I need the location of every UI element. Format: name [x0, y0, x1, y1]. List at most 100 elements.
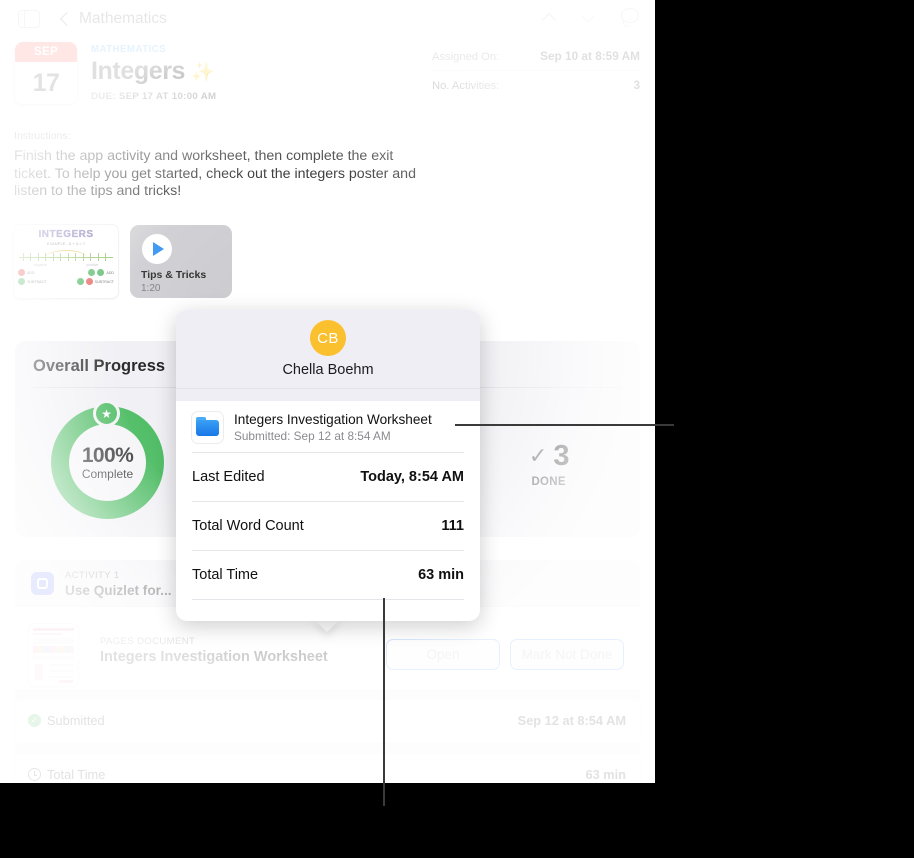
- poster-rule-right: ADD: [106, 270, 114, 275]
- progress-ring: 100% Complete ★: [48, 400, 168, 523]
- divider: [192, 599, 464, 600]
- stat-done: ✓ 3 DONE: [474, 411, 622, 516]
- poster-rule-left: SUBTRACT: [27, 279, 47, 284]
- mark-not-done-button[interactable]: Mark Not Done: [510, 639, 624, 670]
- status-label: Total Time: [47, 767, 106, 782]
- navbar-actions: [543, 8, 641, 28]
- status-label: Submitted: [47, 713, 105, 728]
- meta-row: No. Activities: 3: [432, 70, 640, 99]
- status-row-submitted: ✓ Submitted Sep 12 at 8:54 AM: [15, 700, 640, 743]
- document-title: Integers Investigation Worksheet: [100, 649, 328, 665]
- poster-axis-labels: negative positive: [14, 263, 118, 267]
- document-actions: Open Mark Not Done: [386, 639, 624, 670]
- star-badge-icon: ★: [93, 400, 120, 427]
- student-detail-popover: CB Chella Boehm Integers Investigation W…: [176, 310, 480, 621]
- stat-number: 3: [553, 439, 569, 472]
- back-button[interactable]: Mathematics: [59, 7, 167, 31]
- poster-rule-right: SUBTRACT: [94, 279, 114, 284]
- progress-percent: 100%: [81, 444, 134, 467]
- status-value: Sep 12 at 8:54 AM: [517, 713, 626, 728]
- popover-row-value: 111: [441, 518, 464, 534]
- chevron-down-icon[interactable]: [582, 11, 595, 24]
- callout-line-vertical: [383, 598, 386, 806]
- spacer: [15, 689, 640, 700]
- due-date-label: DUE: SEP 17 AT 10:00 AM: [91, 91, 217, 102]
- poster-rule-row: SUBTRACT SUBTRACT: [18, 278, 114, 285]
- meta-row: Assigned On: Sep 10 at 8:59 AM: [432, 45, 640, 70]
- check-circle-icon: ✓: [28, 714, 41, 727]
- activity-title: Use Quizlet for...: [65, 583, 172, 598]
- pages-document-thumbnail[interactable]: [29, 624, 78, 686]
- popover-file-row[interactable]: Integers Investigation Worksheet Submitt…: [176, 401, 480, 452]
- popover-row-total-time: Total Time 63 min: [176, 551, 480, 599]
- page-title-text: Integers: [91, 57, 186, 85]
- popover-header: CB Chella Boehm: [176, 310, 480, 389]
- open-button[interactable]: Open: [386, 639, 500, 670]
- attachment-list: INTEGERS EXAMPLE: -5 + 4 = ? negative po…: [14, 225, 232, 298]
- stat-label: DONE: [531, 475, 566, 488]
- popover-row-word-count: Total Word Count 111: [176, 502, 480, 550]
- screenshot-stage: Mathematics SEP 17 MATHEMATICS Integers …: [0, 0, 914, 858]
- popover-row-key: Total Time: [192, 567, 259, 583]
- popover-row-last-edited: Last Edited Today, 8:54 AM: [176, 453, 480, 501]
- document-kicker: PAGES DOCUMENT: [100, 636, 196, 647]
- chevron-up-icon[interactable]: [543, 11, 556, 24]
- calendar-month: SEP: [15, 42, 77, 62]
- app-window: Mathematics SEP 17 MATHEMATICS Integers …: [0, 0, 655, 783]
- plus-dot-icon: [76, 278, 84, 285]
- progress-label: Complete: [81, 467, 134, 481]
- meta-value: Sep 10 at 8:59 AM: [540, 49, 640, 63]
- calendar-day: 17: [32, 68, 60, 97]
- spacer: [15, 743, 640, 754]
- poster-title: INTEGERS: [38, 229, 94, 240]
- minus-dot-icon: [18, 269, 25, 276]
- status-row-total-time: Total Time 63 min: [15, 754, 640, 783]
- poster-label-negative: negative: [33, 263, 48, 267]
- poster-rules: ADD ADD SUBTRACT SUBTRACT: [18, 269, 114, 285]
- poster-attachment[interactable]: INTEGERS EXAMPLE: -5 + 4 = ? negative po…: [14, 225, 118, 298]
- student-name: Chella Boehm: [282, 362, 374, 378]
- sidebar-toggle-icon[interactable]: [18, 10, 40, 28]
- poster-rule-row: ADD ADD: [18, 269, 114, 276]
- video-title: Tips & Tricks: [141, 269, 207, 281]
- video-attachment[interactable]: Tips & Tricks 1:20: [130, 225, 232, 298]
- minus-dot-icon: [85, 278, 93, 285]
- plus-dot-icon: [18, 278, 25, 285]
- calendar-badge: SEP 17: [15, 42, 77, 104]
- meta-value: 3: [633, 78, 640, 92]
- page-title: Integers ✨: [91, 57, 216, 86]
- plus-dot-icon: [97, 269, 105, 276]
- avatar: CB: [310, 320, 346, 356]
- play-icon[interactable]: [142, 234, 172, 264]
- popover-row-value: 63 min: [418, 567, 464, 583]
- assignment-header: MATHEMATICS Integers ✨ DUE: SEP 17 AT 10…: [91, 44, 216, 102]
- assignment-meta: Assigned On: Sep 10 at 8:59 AM No. Activ…: [432, 45, 640, 99]
- popover-file-title: Integers Investigation Worksheet: [234, 412, 432, 427]
- comment-bubble-icon[interactable]: [621, 8, 641, 28]
- quizlet-app-icon: [31, 572, 54, 595]
- number-line-graphic: [19, 250, 113, 262]
- callout-line-horizontal: [455, 424, 674, 427]
- sparkles-icon: ✨: [191, 61, 215, 83]
- poster-rule-left: ADD: [27, 270, 35, 275]
- popover-row-key: Total Word Count: [192, 518, 304, 534]
- course-label: MATHEMATICS: [91, 44, 167, 55]
- plus-dot-icon: [88, 269, 96, 276]
- check-icon: ✓: [528, 443, 548, 468]
- poster-label-positive: positive: [86, 263, 99, 267]
- chevron-left-icon: [59, 11, 75, 27]
- video-duration: 1:20: [141, 283, 161, 294]
- popover-row-value: Today, 8:54 AM: [360, 469, 464, 485]
- poster-example: EXAMPLE: -5 + 4 = ?: [46, 242, 86, 246]
- status-value: 63 min: [585, 767, 626, 782]
- overall-progress-title: Overall Progress: [33, 357, 166, 375]
- clock-icon: [28, 768, 41, 781]
- activity-kicker: ACTIVITY 1: [65, 570, 120, 581]
- folder-icon: [192, 412, 223, 443]
- back-button-label: Mathematics: [79, 10, 167, 27]
- instructions-label: Instructions:: [14, 130, 71, 142]
- meta-key: Assigned On:: [432, 51, 500, 63]
- popover-row-key: Last Edited: [192, 469, 265, 485]
- meta-key: No. Activities:: [432, 80, 500, 92]
- popover-file-subtitle: Submitted: Sep 12 at 8:54 AM: [234, 429, 391, 443]
